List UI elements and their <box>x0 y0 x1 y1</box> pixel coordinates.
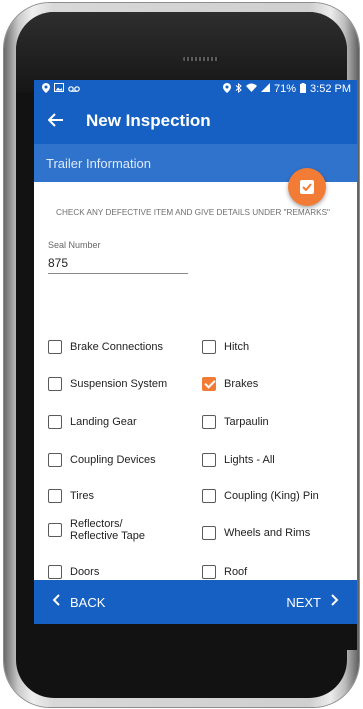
app-screen: 71% 3:52 PM New Inspection Trailer Infor… <box>34 80 357 650</box>
page-title: New Inspection <box>86 111 211 130</box>
back-button[interactable]: BACK <box>52 594 105 610</box>
wifi-icon <box>246 83 257 95</box>
checkbox-label: Reflectors/ Reflective Tape <box>70 518 146 542</box>
checkbox-label: Doors <box>70 566 100 578</box>
seal-number-underline <box>48 273 188 274</box>
checkbox-box[interactable] <box>202 340 216 354</box>
checkbox-box[interactable] <box>48 377 62 391</box>
checkbox-brakes[interactable]: Brakes <box>202 377 258 391</box>
checkbox-brake-connections[interactable]: Brake Connections <box>48 340 163 354</box>
clock-time: 3:52 PM <box>310 83 351 95</box>
battery-percent: 71% <box>274 83 297 95</box>
bottom-nav-bar: BACK NEXT <box>34 580 357 624</box>
checkbox-box[interactable] <box>48 453 62 467</box>
checkbox-label: Wheels and Rims <box>224 527 311 539</box>
form-content: CHECK ANY DEFECTIVE ITEM AND GIVE DETAIL… <box>34 182 357 602</box>
voicemail-icon <box>68 83 80 95</box>
checkbox-wheels-and-rims[interactable]: Wheels and Rims <box>202 526 310 540</box>
chevron-right-icon <box>331 594 339 610</box>
back-label: BACK <box>70 594 106 610</box>
checkbox-box[interactable] <box>48 415 62 429</box>
checkbox-label: Lights - All <box>224 454 275 466</box>
checkbox-label: Brake Connections <box>70 341 163 353</box>
section-title: Trailer Information <box>46 155 151 171</box>
checkbox-label: Tires <box>70 490 95 502</box>
checkbox-label: Suspension System <box>70 378 168 390</box>
checkbox-label: Coupling Devices <box>70 454 156 466</box>
battery-icon <box>300 82 307 96</box>
checkbox-landing-gear[interactable]: Landing Gear <box>48 415 137 429</box>
signal-icon <box>261 83 270 95</box>
checkbox-roof[interactable]: Roof <box>202 565 247 579</box>
checkbox-box[interactable] <box>202 453 216 467</box>
instructions-text: CHECK ANY DEFECTIVE ITEM AND GIVE DETAIL… <box>56 208 330 217</box>
checkbox-suspension-system[interactable]: Suspension System <box>48 377 167 391</box>
chevron-left-icon <box>52 594 60 610</box>
bluetooth-icon <box>235 82 242 96</box>
back-arrow-icon[interactable] <box>47 111 74 131</box>
checkbox-reflectors[interactable]: Reflectors/ Reflective Tape <box>48 518 178 542</box>
checkbox-box[interactable] <box>48 565 62 579</box>
checkbox-tarpaulin[interactable]: Tarpaulin <box>202 415 269 429</box>
checkbox-label: Landing Gear <box>70 416 137 428</box>
checkbox-box[interactable] <box>202 415 216 429</box>
checkbox-box[interactable] <box>202 565 216 579</box>
image-icon <box>54 83 64 95</box>
checkbox-hitch[interactable]: Hitch <box>202 340 249 354</box>
seal-number-input[interactable]: 875 <box>48 256 68 270</box>
checkbox-label: Roof <box>224 566 248 578</box>
checkbox-coupling-king-pin[interactable]: Coupling (King) Pin <box>202 489 319 503</box>
checkbox-box[interactable] <box>48 340 62 354</box>
checkbox-label: Tarpaulin <box>224 416 269 428</box>
speaker-grille <box>183 57 219 61</box>
app-bar: New Inspection <box>34 98 357 144</box>
status-bar: 71% 3:52 PM <box>34 80 357 98</box>
checkbox-lights-all[interactable]: Lights - All <box>202 453 275 467</box>
checkbox-box-checked[interactable] <box>202 377 216 391</box>
checkbox-box[interactable] <box>202 526 216 540</box>
pin-icon <box>42 82 50 96</box>
next-button[interactable]: NEXT <box>286 594 339 610</box>
location-icon <box>223 82 231 96</box>
checkbox-label: Coupling (King) Pin <box>224 490 319 502</box>
checkbox-label: Hitch <box>224 341 250 353</box>
checkbox-label: Brakes <box>224 378 259 390</box>
checkbox-tires[interactable]: Tires <box>48 489 94 503</box>
screen-bottom <box>34 624 357 650</box>
next-label: NEXT <box>286 594 321 610</box>
checkbox-box[interactable] <box>48 489 62 503</box>
seal-number-label: Seal Number <box>48 240 101 250</box>
checkbox-box[interactable] <box>48 523 62 537</box>
checkbox-box[interactable] <box>202 489 216 503</box>
checkbox-doors[interactable]: Doors <box>48 565 99 579</box>
checkbox-coupling-devices[interactable]: Coupling Devices <box>48 453 156 467</box>
